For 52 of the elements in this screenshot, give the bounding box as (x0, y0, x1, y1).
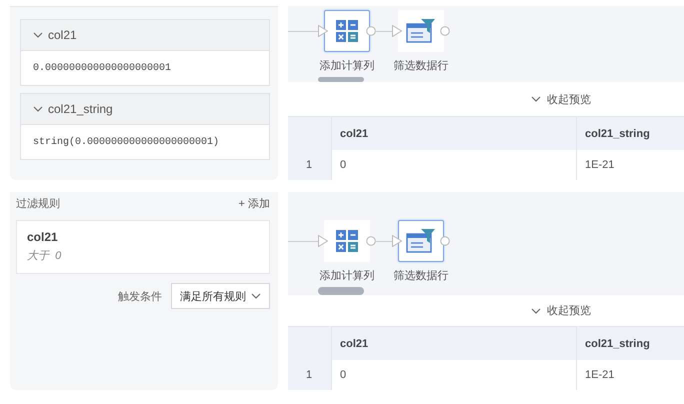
table-cell-text: 1E-21 (584, 368, 616, 383)
filter-table-icon (406, 228, 436, 254)
chevron-down-icon (531, 306, 541, 314)
table-cell: 0 (332, 360, 577, 390)
calculator-icon (335, 229, 359, 253)
chevron-down-icon (33, 105, 43, 113)
trigger-label: 触发条件 (118, 290, 162, 304)
chevron-down-icon (531, 95, 541, 103)
add-button[interactable]: + 添加 (238, 196, 270, 210)
chevron-down-icon (33, 31, 43, 39)
input-port-icon (318, 235, 328, 247)
rule-field: col21 (27, 230, 259, 244)
section-title: 过滤规则 (16, 196, 60, 210)
calculator-icon (335, 19, 359, 43)
rule-condition: 大于 0 (27, 249, 62, 263)
table-cell: 0 (332, 150, 577, 180)
column-header[interactable]: col21_string (577, 117, 684, 150)
field-header[interactable]: col21 (21, 20, 269, 51)
node-label: 添加计算列 (320, 59, 374, 73)
row-number: 1 (288, 150, 332, 180)
node-label: 添加计算列 (320, 269, 374, 283)
connector-line (376, 31, 392, 32)
input-port-icon (392, 25, 402, 37)
table-cell-text: 1E-21 (584, 158, 616, 173)
flow-node[interactable] (324, 10, 370, 52)
trigger-dropdown[interactable]: 满足所有规则 (171, 283, 270, 309)
scrollbar-thumb[interactable] (318, 77, 364, 82)
collapse-preview-button[interactable]: 收起预览 (531, 303, 591, 318)
input-port-icon (392, 235, 402, 247)
scrollbar-thumb[interactable] (318, 287, 364, 295)
chevron-down-icon (251, 292, 261, 300)
flow-node[interactable] (398, 220, 444, 262)
output-port-icon (366, 26, 376, 36)
field-value: 0.000000000000000000001 (32, 62, 172, 76)
collapse-preview-button[interactable]: 收起预览 (531, 92, 591, 106)
field-name: col21_string (48, 102, 113, 116)
filter-table-icon (406, 18, 436, 44)
rule-card[interactable]: col21 大于 0 (16, 220, 270, 274)
field-value: string(0.000000000000000000001) (32, 136, 220, 150)
field-name: col21 (48, 28, 77, 42)
column-header[interactable]: col21_string (577, 327, 684, 360)
connector-line (288, 31, 318, 32)
node-label: 筛选数据行 (394, 59, 448, 73)
connector-line (376, 241, 392, 242)
output-port-icon (440, 236, 450, 246)
row-number: 1 (288, 360, 332, 390)
field-header[interactable]: col21_string (21, 94, 269, 125)
output-port-icon (440, 26, 450, 36)
connector-line (288, 241, 318, 242)
node-label: 筛选数据行 (394, 269, 448, 283)
output-port-icon (366, 236, 376, 246)
input-port-icon (318, 25, 328, 37)
